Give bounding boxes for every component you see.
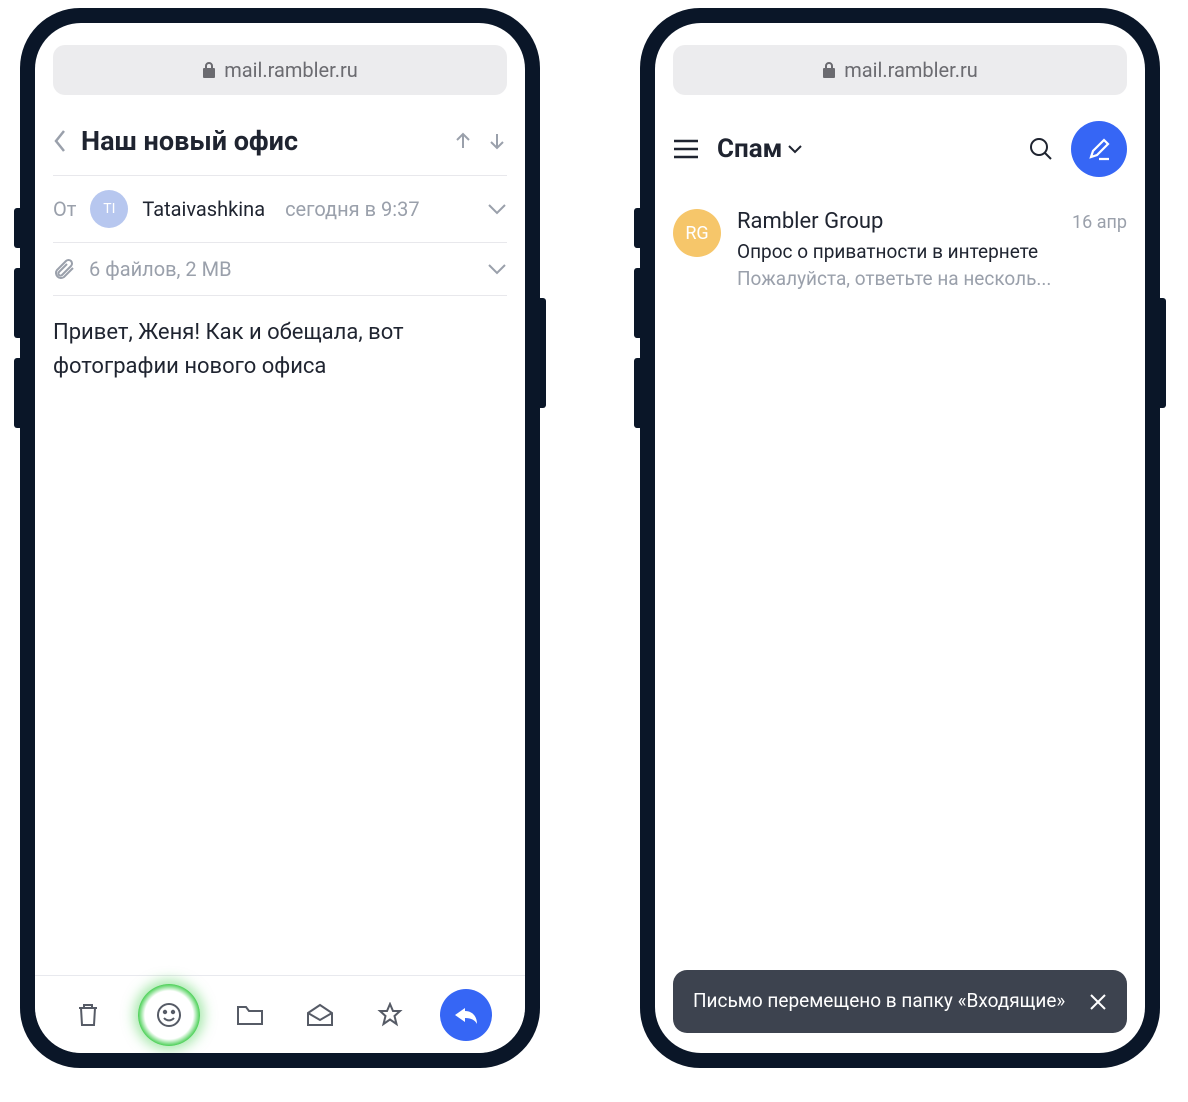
screen-left: mail.rambler.ru Наш новый офис От TI Tat… [35,23,525,1053]
next-email-button[interactable] [487,131,507,151]
side-button [634,268,640,338]
sender-avatar: TI [90,190,128,228]
mail-sender: Rambler Group [737,209,883,234]
prev-email-button[interactable] [453,131,473,151]
phone-right: mail.rambler.ru Спам RG Rambler Group 16… [640,8,1160,1068]
menu-button[interactable] [673,139,699,159]
url-text: mail.rambler.ru [224,58,358,82]
search-button[interactable] [1029,137,1053,161]
side-button [14,268,20,338]
attachments-row[interactable]: 6 файлов, 2 MB [35,243,525,295]
side-button [14,358,20,428]
move-to-folder-button[interactable] [230,995,270,1035]
folder-selector[interactable]: Спам [717,134,1011,164]
side-button [634,358,640,428]
screen-right: mail.rambler.ru Спам RG Rambler Group 16… [655,23,1145,1053]
mark-read-button[interactable] [300,995,340,1035]
star-button[interactable] [370,995,410,1035]
side-button [1160,298,1166,408]
mail-content: Rambler Group 16 апр Опрос о приватности… [737,209,1127,290]
chevron-down-icon [788,145,802,154]
mail-date: 16 апр [1072,212,1127,233]
paperclip-icon [53,257,75,281]
side-button [540,298,546,408]
list-header: Спам [655,95,1145,195]
mail-avatar: RG [673,209,721,257]
bottom-toolbar [35,975,525,1053]
toast: Письмо перемещено в папку «Входящие» [673,970,1127,1033]
mail-subject: Опрос о приватности в интернете [737,240,1127,263]
toast-close-button[interactable] [1089,993,1107,1011]
phone-left: mail.rambler.ru Наш новый офис От TI Tat… [20,8,540,1068]
email-subject: Наш новый офис [81,125,439,157]
toast-text: Письмо перемещено в папку «Входящие» [693,988,1075,1015]
delete-button[interactable] [68,995,108,1035]
email-header: Наш новый офис [35,95,525,175]
sender-name: Tataivashkina [142,197,265,221]
lock-icon [822,62,836,78]
url-bar[interactable]: mail.rambler.ru [673,45,1127,95]
email-body: Привет, Женя! Как и обещала, вот фотогра… [35,296,525,404]
attachments-text: 6 файлов, 2 MB [89,257,232,281]
sender-row[interactable]: От TI Tataivashkina сегодня в 9:37 [35,176,525,242]
lock-icon [202,62,216,78]
side-button [634,208,640,248]
chevron-down-icon[interactable] [487,203,507,215]
url-text: mail.rambler.ru [844,58,978,82]
url-bar[interactable]: mail.rambler.ru [53,45,507,95]
mail-item[interactable]: RG Rambler Group 16 апр Опрос о приватно… [655,195,1145,304]
chevron-down-icon[interactable] [487,263,507,275]
side-button [14,208,20,248]
sender-date: сегодня в 9:37 [285,197,419,221]
folder-name: Спам [717,134,782,164]
back-button[interactable] [53,129,67,153]
mail-preview: Пожалуйста, ответьте на несколь... [737,267,1127,290]
reply-button[interactable] [440,989,492,1041]
from-label: От [53,197,76,221]
compose-button[interactable] [1071,121,1127,177]
not-spam-button[interactable] [138,984,200,1046]
